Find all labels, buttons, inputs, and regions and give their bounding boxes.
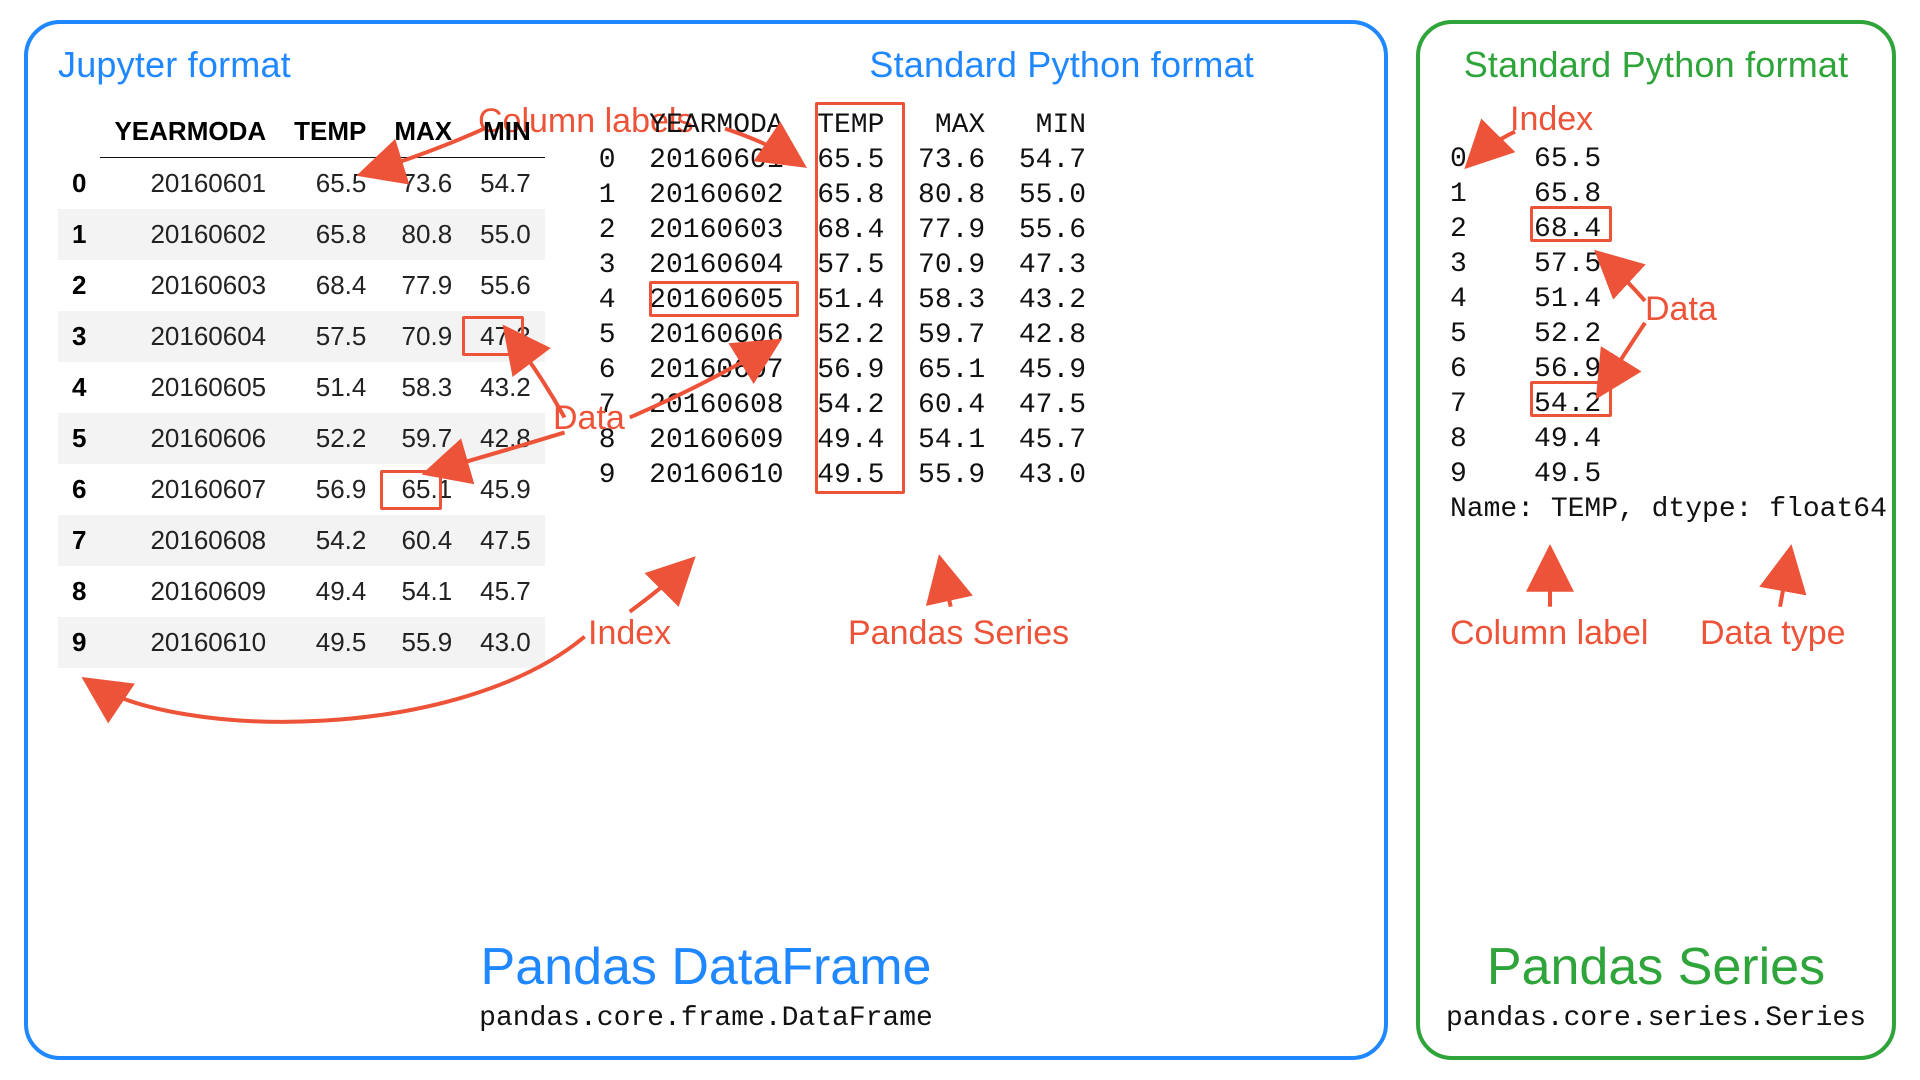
cell-yearmoda: 20160610 [100,617,280,668]
title-pandas-dataframe: Pandas DataFrame [28,937,1384,997]
cell-temp: 65.5 [280,158,380,210]
annotation-pandas-series: Pandas Series [848,614,1069,653]
cell-min: 42.8 [466,413,545,464]
row-index: 1 [58,209,100,260]
cell-min: 47.3 [466,311,545,362]
title-jupyter-format: Jupyter format [58,44,291,86]
cell-yearmoda: 20160607 [100,464,280,515]
cell-max: 70.9 [380,311,466,362]
series-title-row: Standard Python format [1450,44,1862,86]
jupyter-table-wrap: YEARMODA TEMP MAX MIN 02016060165.573.65… [58,96,545,668]
cell-temp: 65.8 [280,209,380,260]
cell-yearmoda: 20160608 [100,515,280,566]
cell-min: 43.0 [466,617,545,668]
row-index: 7 [58,515,100,566]
jupyter-table: YEARMODA TEMP MAX MIN 02016060165.573.65… [58,106,545,668]
row-index: 3 [58,311,100,362]
row-index: 4 [58,362,100,413]
cell-temp: 51.4 [280,362,380,413]
cell-max: 54.1 [380,566,466,617]
cell-min: 43.2 [466,362,545,413]
cell-max: 65.1 [380,464,466,515]
cell-temp: 49.5 [280,617,380,668]
cell-temp: 54.2 [280,515,380,566]
cell-min: 55.6 [466,260,545,311]
cell-yearmoda: 20160602 [100,209,280,260]
cell-yearmoda: 20160601 [100,158,280,210]
cell-max: 60.4 [380,515,466,566]
cell-yearmoda: 20160606 [100,413,280,464]
col-yearmoda: YEARMODA [100,106,280,158]
df-title-row: Jupyter format Standard Python format [58,44,1354,86]
cell-yearmoda: 20160604 [100,311,280,362]
col-temp: TEMP [280,106,380,158]
row-index: 5 [58,413,100,464]
table-row: 32016060457.570.947.3 [58,311,545,362]
cell-min: 55.0 [466,209,545,260]
title-pandas-series: Pandas Series [1420,937,1892,997]
col-max: MAX [380,106,466,158]
title-standard-python-format-series: Standard Python format [1464,44,1849,86]
row-index: 8 [58,566,100,617]
cell-yearmoda: 20160603 [100,260,280,311]
row-index: 9 [58,617,100,668]
table-row: 92016061049.555.943.0 [58,617,545,668]
cell-temp: 68.4 [280,260,380,311]
cell-min: 45.7 [466,566,545,617]
cell-max: 58.3 [380,362,466,413]
table-row: 42016060551.458.343.2 [58,362,545,413]
cell-min: 47.5 [466,515,545,566]
cell-max: 59.7 [380,413,466,464]
series-bottom-block: Pandas Series pandas.core.series.Series [1420,937,1892,1034]
table-row: 52016060652.259.742.8 [58,413,545,464]
annotation-column-label: Column label [1450,614,1648,653]
series-print-wrap: 0 65.5 1 65.8 2 68.4 3 57.5 4 51.4 5 52.… [1450,134,1862,527]
cell-max: 73.6 [380,158,466,210]
table-row: 82016060949.454.145.7 [58,566,545,617]
series-panel: Standard Python format Index 0 65.5 1 65… [1416,20,1896,1060]
cell-temp: 56.9 [280,464,380,515]
table-row: 02016060165.573.654.7 [58,158,545,210]
series-text: 0 65.5 1 65.8 2 68.4 3 57.5 4 51.4 5 52.… [1450,142,1862,527]
table-row: 62016060756.965.145.9 [58,464,545,515]
df-body: YEARMODA TEMP MAX MIN 02016060165.573.65… [58,96,1354,668]
df-bottom-block: Pandas DataFrame pandas.core.frame.DataF… [28,937,1384,1034]
row-index: 0 [58,158,100,210]
table-row: 22016060368.477.955.6 [58,260,545,311]
cell-temp: 49.4 [280,566,380,617]
cell-min: 54.7 [466,158,545,210]
annotation-data-series: Data [1645,290,1717,329]
title-standard-python-format: Standard Python format [869,44,1254,86]
python-dataframe-print: YEARMODA TEMP MAX MIN 0 20160601 65.5 73… [599,96,1086,493]
cell-yearmoda: 20160605 [100,362,280,413]
table-row: 72016060854.260.447.5 [58,515,545,566]
table-row: 12016060265.880.855.0 [58,209,545,260]
jupyter-header-row: YEARMODA TEMP MAX MIN [58,106,545,158]
annotation-index: Index [588,614,671,653]
class-path-dataframe: pandas.core.frame.DataFrame [28,1003,1384,1034]
cell-max: 80.8 [380,209,466,260]
annotation-data-type: Data type [1700,614,1846,653]
class-path-series: pandas.core.series.Series [1420,1003,1892,1034]
row-index: 2 [58,260,100,311]
cell-min: 45.9 [466,464,545,515]
cell-yearmoda: 20160609 [100,566,280,617]
cell-temp: 57.5 [280,311,380,362]
cell-max: 55.9 [380,617,466,668]
annotation-data: Data [553,399,625,438]
python-dataframe-text: YEARMODA TEMP MAX MIN 0 20160601 65.5 73… [599,108,1086,493]
cell-temp: 52.2 [280,413,380,464]
cell-max: 77.9 [380,260,466,311]
dataframe-panel: Jupyter format Standard Python format Co… [24,20,1388,1060]
row-index: 6 [58,464,100,515]
col-min: MIN [466,106,545,158]
